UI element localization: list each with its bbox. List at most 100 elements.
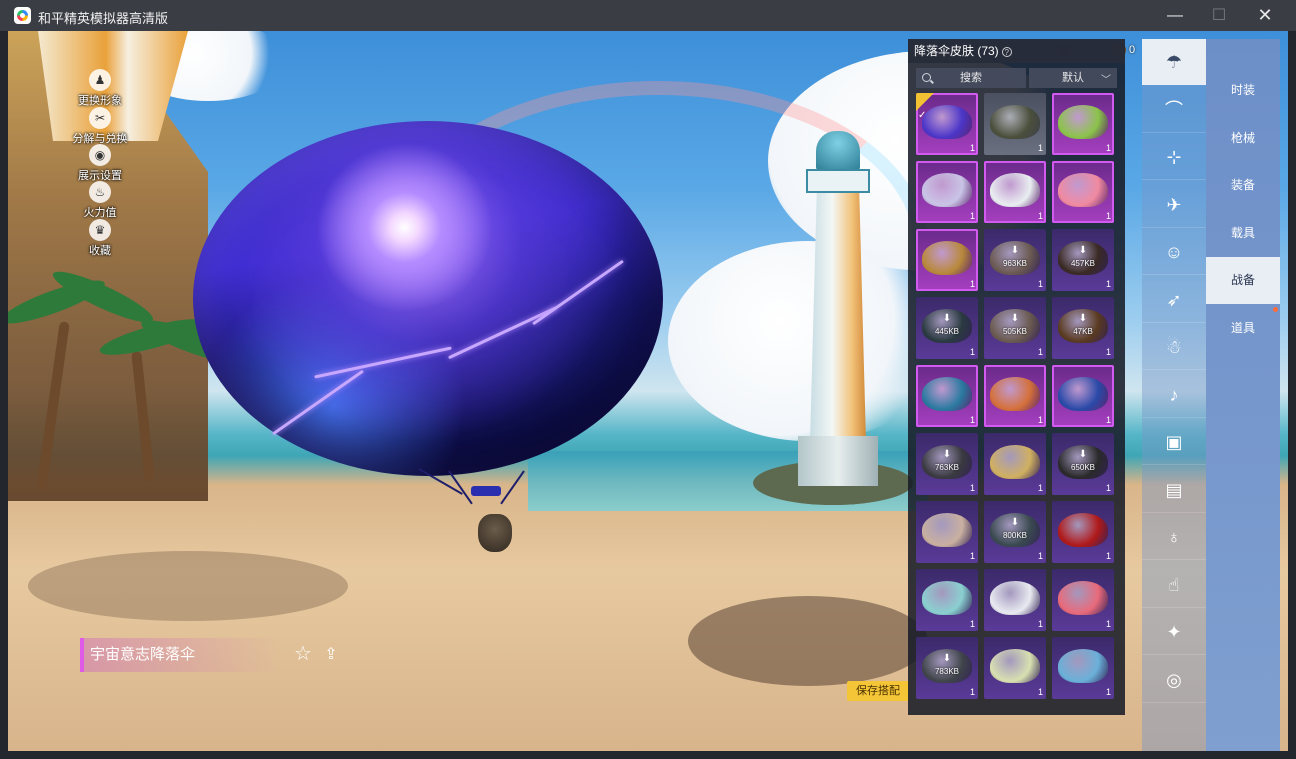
skin-item[interactable]: 1 (916, 501, 978, 563)
parachute-shadow (688, 596, 928, 686)
window-close-button[interactable]: ✕ (1242, 0, 1288, 31)
skin-item[interactable]: 1 (984, 433, 1046, 495)
item-quantity: 1 (1105, 211, 1111, 221)
category-pet-icon[interactable]: ☃ (1142, 324, 1206, 370)
skin-item[interactable]: ⬇ 457KB 1 (1052, 229, 1114, 291)
tab-item[interactable]: 战备 (1206, 257, 1280, 304)
window-titlebar: 和平精英模拟器高清版 — ☐ ✕ (0, 0, 1296, 31)
skin-item[interactable]: ⬇ 445KB 1 (916, 297, 978, 359)
tab-item[interactable]: 枪械 (1206, 115, 1280, 162)
tool-label: 收藏 (89, 245, 111, 257)
category-saucer-icon[interactable]: ◎ (1142, 657, 1206, 703)
parachute-thumbnail (1058, 513, 1108, 547)
share-button[interactable]: ⇪ (320, 644, 342, 666)
face-icon: ☺ (1164, 242, 1184, 262)
skin-item[interactable]: ⬇ 505KB 1 (984, 297, 1046, 359)
skin-item[interactable]: 1 (1052, 365, 1114, 427)
skin-item[interactable]: 1 (984, 93, 1046, 155)
parachute-icon: ☂ (1165, 52, 1183, 72)
item-quantity: 1 (969, 143, 975, 153)
tab-item[interactable]: 载具 (1206, 210, 1280, 257)
skin-item[interactable]: ⬇ 783KB 1 (916, 637, 978, 699)
download-icon: ⬇ (1078, 313, 1088, 324)
skin-item[interactable]: 1 (1052, 93, 1114, 155)
category-gesture-icon[interactable]: ☝ (1142, 562, 1206, 608)
tab-label: 枪械 (1230, 130, 1255, 145)
character-rider (478, 514, 512, 552)
category-spray-icon[interactable]: ♁ (1142, 514, 1206, 560)
tool-change-avatar[interactable]: ♟ 更换形象 (70, 69, 130, 108)
tool-decompose-exchange[interactable]: ✂ 分解与兑换 (70, 107, 130, 146)
category-drone-icon[interactable]: ⊹ (1142, 134, 1206, 180)
tool-collection[interactable]: ♛ 收藏 (70, 219, 130, 258)
category-speaker-icon[interactable]: ♪ (1142, 372, 1206, 418)
tool-firepower[interactable]: ♨ 火力值 (70, 181, 130, 220)
tab-label: 战备 (1230, 273, 1255, 287)
item-quantity: 1 (1105, 551, 1111, 561)
category-face-icon[interactable]: ☺ (1142, 229, 1206, 275)
tab-item[interactable]: 时装 (1206, 67, 1280, 114)
help-icon[interactable]: ? (1001, 46, 1012, 57)
item-quantity: 1 (1105, 347, 1111, 357)
plane-icon: ✈ (1166, 194, 1182, 215)
category-glider-icon[interactable]: ⌒ (1142, 87, 1206, 133)
item-quantity: 1 (969, 211, 975, 221)
parachute-canopy[interactable] (193, 121, 663, 476)
lighthouse-tower (810, 193, 866, 443)
item-quantity: 1 (969, 347, 975, 357)
card-icon: ▣ (1165, 432, 1183, 452)
tab-item[interactable]: 道具 (1206, 305, 1280, 352)
parachute-thumbnail (1058, 377, 1108, 411)
skin-item[interactable]: 1 (916, 161, 978, 223)
save-outfit-button[interactable]: 保存搭配 (847, 681, 909, 701)
skin-item[interactable]: ⬇ 963KB 1 (984, 229, 1046, 291)
window-border-left (0, 31, 8, 751)
skin-item[interactable]: 1 (984, 365, 1046, 427)
equipped-badge: ✓ (916, 93, 934, 121)
category-card-icon[interactable]: ▣ (1142, 419, 1206, 465)
skin-item[interactable]: 1 (1052, 501, 1114, 563)
favorite-star-button[interactable]: ☆ (292, 643, 314, 665)
category-jet-icon[interactable]: ➶ (1142, 277, 1206, 323)
skin-item[interactable]: 1 (916, 569, 978, 631)
lighthouse-base (798, 436, 878, 486)
skin-item[interactable]: 1 (984, 637, 1046, 699)
skin-item[interactable]: 1 (984, 569, 1046, 631)
sort-dropdown[interactable]: 默认 ﹀ (1029, 68, 1117, 88)
skin-item[interactable]: 1 (1052, 637, 1114, 699)
skin-item[interactable]: ⬇ 650KB 1 (1052, 433, 1114, 495)
parachute-thumbnail (922, 173, 972, 207)
skin-item[interactable]: 1 (916, 365, 978, 427)
category-plane-icon[interactable]: ✈ (1142, 182, 1206, 228)
canopy-crack (447, 305, 559, 360)
skin-item[interactable]: 1 (1052, 569, 1114, 631)
download-icon: ⬇ (942, 449, 952, 460)
skin-item[interactable]: ⬇ 47KB 1 (1052, 297, 1114, 359)
tab-label: 装备 (1230, 178, 1255, 192)
skin-item[interactable]: ⬇ 800KB 1 (984, 501, 1046, 563)
skin-item[interactable]: 1 (1052, 161, 1114, 223)
skin-item[interactable]: 1 (984, 161, 1046, 223)
download-size: 47KB (1073, 327, 1093, 336)
skin-item[interactable]: 1 (916, 229, 978, 291)
skin-item[interactable]: 1 ✓ (916, 93, 978, 155)
chevron-down-icon: ﹀ (1101, 75, 1111, 86)
maximize-button[interactable]: ☐ (1196, 0, 1242, 31)
category-sparkle-icon[interactable]: ✦ (1142, 609, 1206, 655)
item-quantity: 1 (1037, 279, 1043, 289)
window-border-bottom (0, 751, 1296, 759)
minimize-button[interactable]: — (1152, 0, 1198, 31)
skin-item[interactable]: ⬇ 763KB 1 (916, 433, 978, 495)
category-photo-icon[interactable]: ▤ (1142, 467, 1206, 513)
sort-value: 默认 (1062, 72, 1084, 84)
jet-icon: ➶ (1166, 289, 1182, 310)
download-size: 763KB (934, 463, 960, 472)
tool-display-settings[interactable]: ◉ 展示设置 (70, 144, 130, 183)
item-quantity: 1 (1105, 415, 1111, 425)
crown-icon: ♛ (89, 219, 111, 241)
main-tab-sidebar: 时装枪械装备载具战备道具 (1206, 39, 1280, 751)
tab-item[interactable]: 装备 (1206, 162, 1280, 209)
search-input[interactable]: 搜索 (916, 68, 1026, 88)
category-parachute-icon[interactable]: ☂ (1142, 39, 1206, 85)
notification-dot (1273, 307, 1278, 312)
